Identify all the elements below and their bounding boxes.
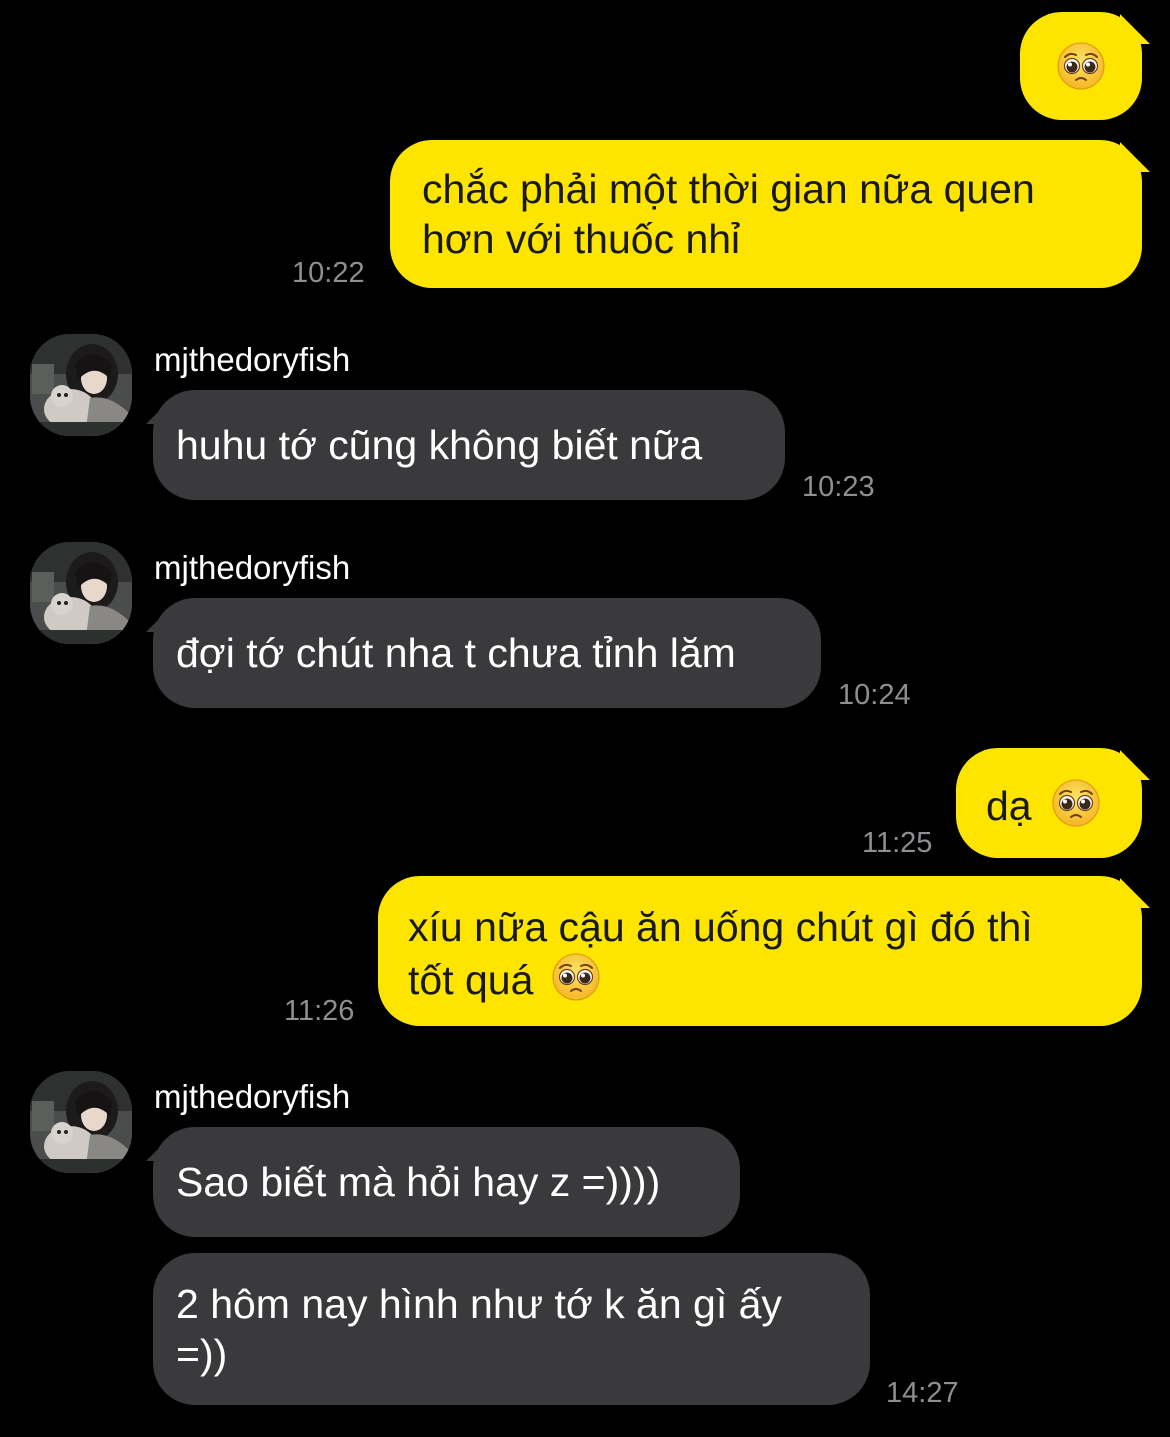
message-timestamp: 10:23 xyxy=(802,471,875,503)
avatar-image xyxy=(30,334,132,436)
incoming-message-bubble[interactable]: đợi tớ chút nha t chưa tỉnh lăm xyxy=(153,598,821,708)
message-text: huhu tớ cũng không biết nữa xyxy=(176,422,703,468)
pleading-face-emoji-icon xyxy=(551,952,601,1002)
message-text-line: chắc phải một thời gian nữa quen xyxy=(422,166,1035,212)
bubble-tail xyxy=(1120,878,1150,908)
message-text-line: tốt quá xyxy=(408,957,534,1003)
message-timestamp: 11:25 xyxy=(862,827,933,859)
message-text-line: xíu nữa cậu ăn uống chút gì đó thì xyxy=(408,904,1033,950)
message-text-line: hơn với thuốc nhỉ xyxy=(422,216,741,262)
message-timestamp: 11:26 xyxy=(284,995,355,1027)
pleading-face-emoji-icon xyxy=(1056,41,1106,91)
avatar-image xyxy=(30,1071,132,1173)
message-timestamp: 14:27 xyxy=(886,1377,959,1409)
outgoing-message-bubble[interactable]: chắc phải một thời gian nữa quen hơn với… xyxy=(390,140,1142,288)
contact-avatar[interactable] xyxy=(30,542,132,644)
message-timestamp: 10:22 xyxy=(292,257,365,289)
outgoing-message-bubble[interactable]: xíu nữa cậu ăn uống chút gì đó thì tốt q… xyxy=(378,876,1142,1026)
bubble-tail xyxy=(1120,142,1150,172)
contact-avatar[interactable] xyxy=(30,334,132,436)
message-text-line: 2 hôm nay hình như tớ k ăn gì ấy xyxy=(176,1281,782,1327)
incoming-message-bubble[interactable]: 2 hôm nay hình như tớ k ăn gì ấy =)) xyxy=(153,1253,870,1405)
message-timestamp: 10:24 xyxy=(838,679,911,711)
avatar-image xyxy=(30,542,132,644)
sender-name: mjthedoryfish xyxy=(154,1078,351,1115)
message-text: Sao biết mà hỏi hay z =)))) xyxy=(176,1159,661,1205)
incoming-message-bubble[interactable]: huhu tớ cũng không biết nữa xyxy=(153,390,785,500)
contact-avatar[interactable] xyxy=(30,1071,132,1173)
sender-name: mjthedoryfish xyxy=(154,341,351,378)
sender-name: mjthedoryfish xyxy=(154,549,351,586)
bubble-tail xyxy=(1120,14,1150,44)
message-text: đợi tớ chút nha t chưa tỉnh lăm xyxy=(176,630,736,676)
message-text-line: =)) xyxy=(176,1331,228,1377)
pleading-face-emoji-icon xyxy=(1051,778,1101,828)
incoming-message-bubble[interactable]: Sao biết mà hỏi hay z =)))) xyxy=(153,1127,740,1237)
bubble-tail xyxy=(1120,750,1150,780)
message-text: dạ xyxy=(986,783,1032,829)
outgoing-message-bubble[interactable]: dạ xyxy=(956,748,1142,858)
